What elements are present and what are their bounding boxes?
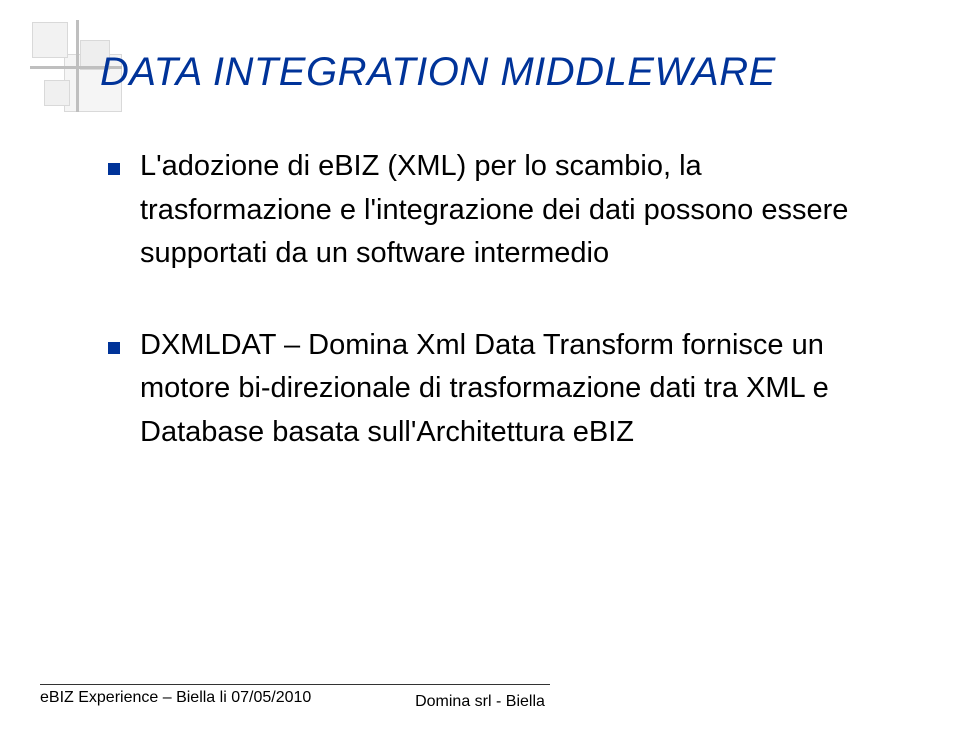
- footer-center-text: Domina srl - Biella: [40, 693, 920, 711]
- slide-content: L'adozione di eBIZ (XML) per lo scambio,…: [100, 145, 900, 454]
- bullet-item: DXMLDAT – Domina Xml Data Transform forn…: [108, 324, 900, 455]
- bullet-item: L'adozione di eBIZ (XML) per lo scambio,…: [108, 145, 900, 276]
- slide-title: DATA INTEGRATION MIDDLEWARE: [100, 50, 900, 95]
- footer-divider: [40, 684, 550, 685]
- slide: DATA INTEGRATION MIDDLEWARE L'adozione d…: [0, 0, 960, 735]
- slide-footer: eBIZ Experience – Biella li 07/05/2010 D…: [40, 684, 920, 707]
